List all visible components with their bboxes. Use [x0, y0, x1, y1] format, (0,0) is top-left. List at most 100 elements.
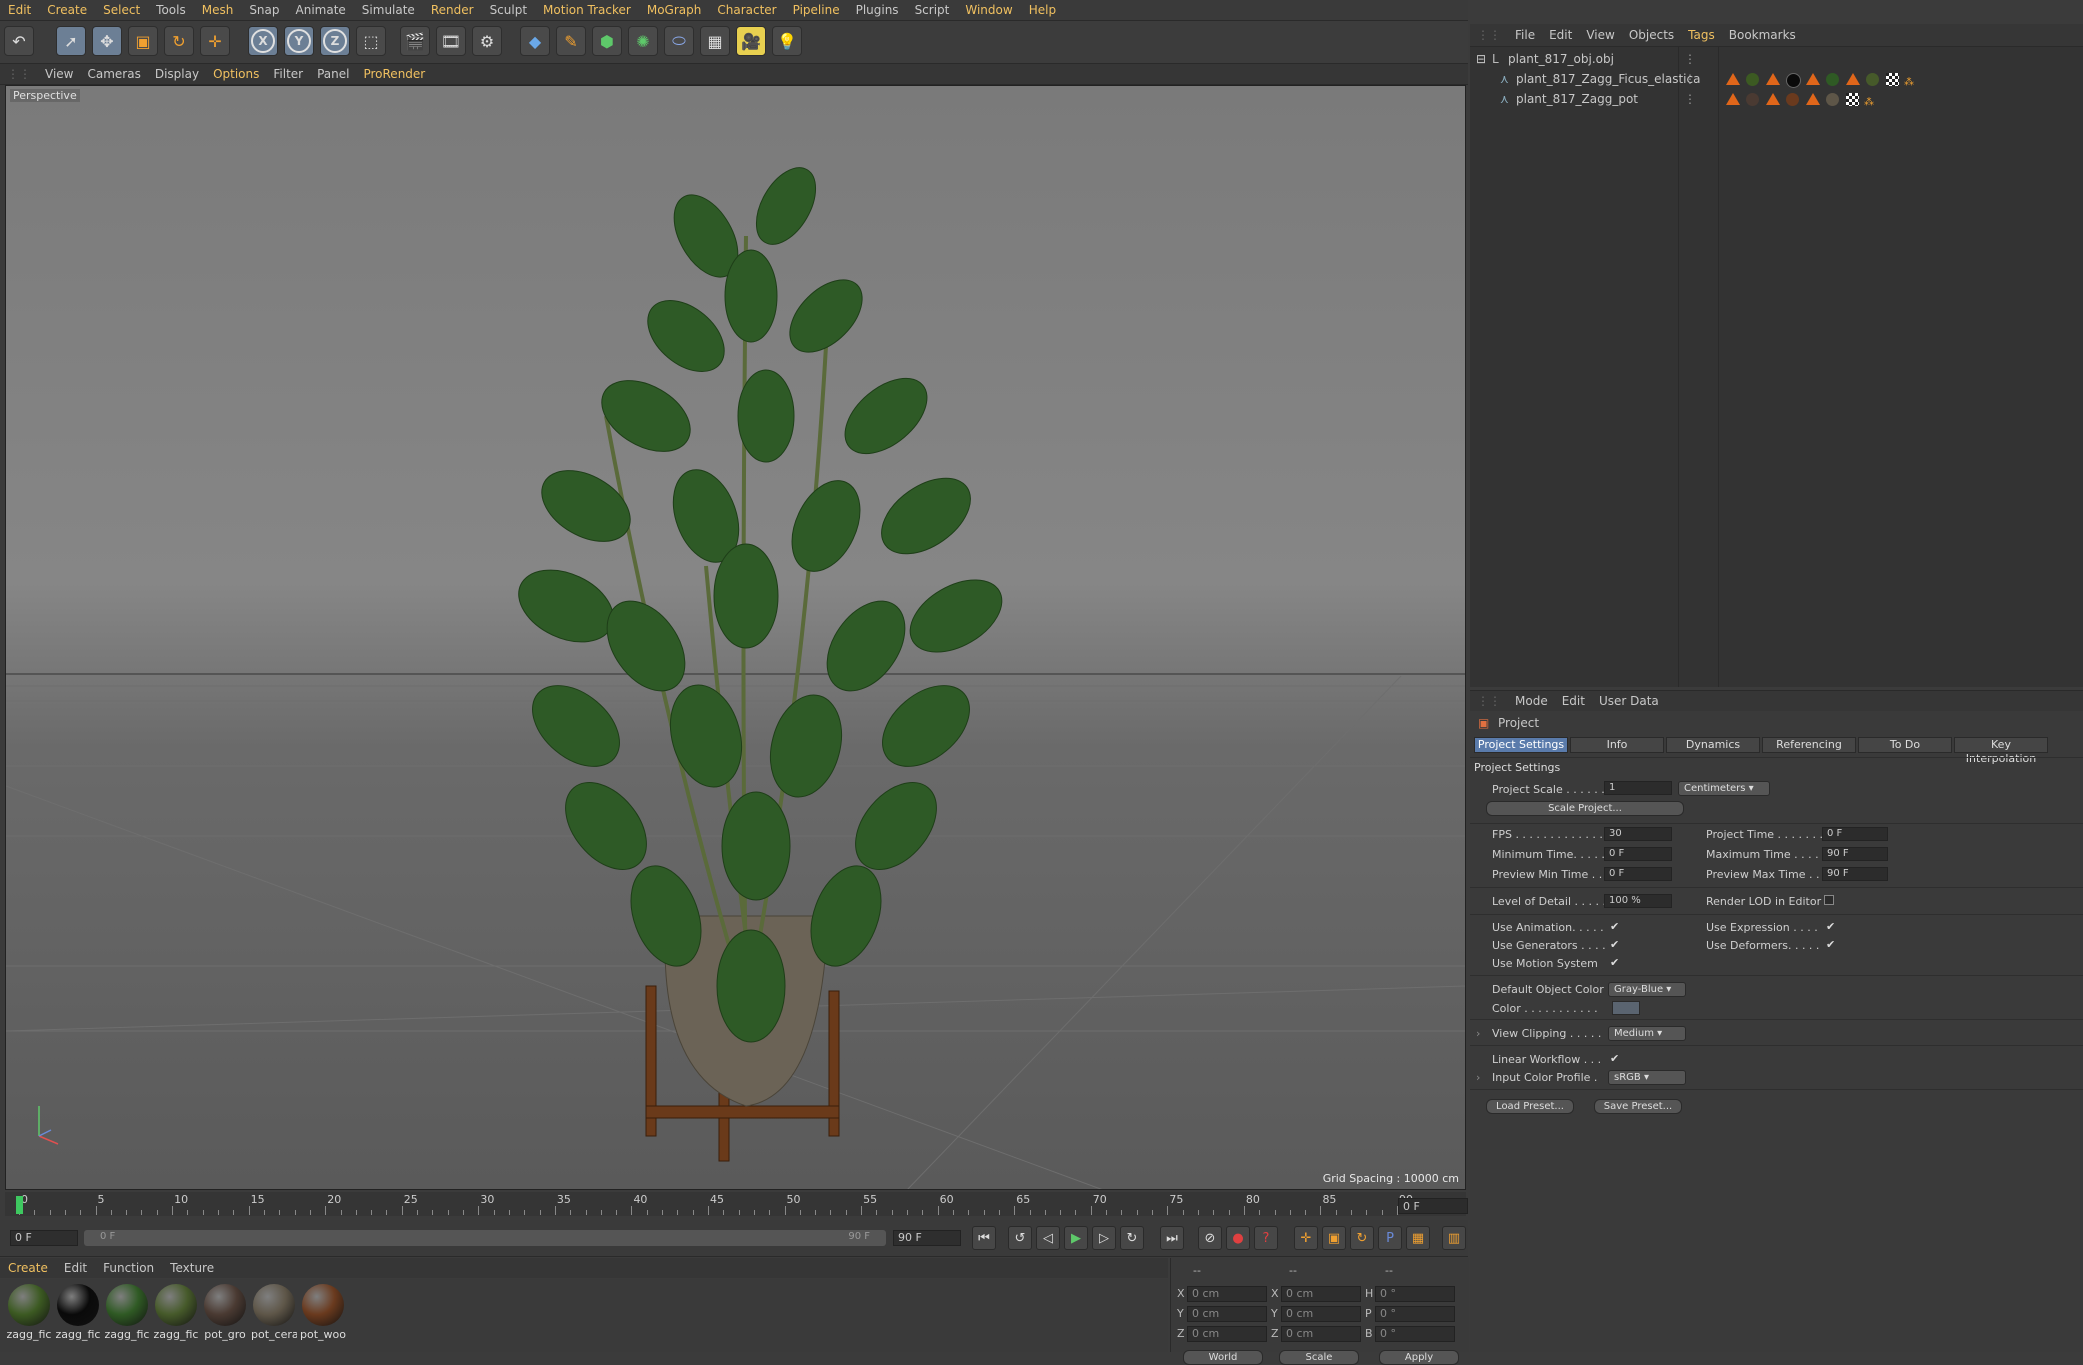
material-tag-icon[interactable]: [1786, 73, 1801, 88]
coordinate-system-icon[interactable]: ⬚: [356, 26, 386, 56]
y-axis-lock-icon[interactable]: Y: [284, 26, 314, 56]
render-lod-checkbox[interactable]: [1824, 895, 1834, 905]
material-swatch[interactable]: zagg_fic: [153, 1282, 199, 1342]
minimum-time-field[interactable]: 0 F: [1604, 847, 1672, 861]
visibility-dots-icon[interactable]: ⋮: [1684, 69, 1696, 89]
project-scale-field[interactable]: 1: [1604, 781, 1672, 795]
end-frame-field[interactable]: 90 F: [893, 1230, 961, 1246]
menu-character[interactable]: Character: [709, 0, 784, 20]
deformer-icon[interactable]: ⬭: [664, 26, 694, 56]
uvw-tag-icon[interactable]: [1846, 93, 1859, 106]
project-scale-unit-dropdown[interactable]: Centimeters ▾: [1678, 781, 1770, 796]
menu-mesh[interactable]: Mesh: [194, 0, 242, 20]
x-axis-lock-icon[interactable]: X: [248, 26, 278, 56]
frame-range-slider[interactable]: 0 F 90 F: [84, 1230, 886, 1246]
material-swatch[interactable]: zagg_fic: [6, 1282, 52, 1342]
viewport-menu-filter[interactable]: Filter: [266, 64, 310, 84]
rotation-field[interactable]: 0 °: [1375, 1306, 1455, 1322]
viewport-menu-panel[interactable]: Panel: [310, 64, 356, 84]
render-settings-icon[interactable]: ⚙: [472, 26, 502, 56]
menu-animate[interactable]: Animate: [288, 0, 354, 20]
use-animation-checkbox[interactable]: ✔: [1610, 921, 1621, 932]
selection-tag-icon[interactable]: ⁂: [1904, 73, 1917, 88]
preview-max-time-field[interactable]: 90 F: [1822, 867, 1888, 881]
expand-arrow-icon[interactable]: ›: [1476, 1027, 1480, 1040]
rotation-field[interactable]: 0 °: [1375, 1286, 1455, 1302]
material-tag-icon[interactable]: [1826, 93, 1839, 106]
texture-tag-icon[interactable]: [1766, 93, 1780, 105]
use-expression-checkbox[interactable]: ✔: [1826, 921, 1837, 932]
menu-motion-tracker[interactable]: Motion Tracker: [535, 0, 639, 20]
menu-script[interactable]: Script: [907, 0, 958, 20]
size-field[interactable]: 0 cm: [1281, 1326, 1361, 1342]
apply-button[interactable]: Apply: [1379, 1350, 1459, 1365]
z-axis-lock-icon[interactable]: Z: [320, 26, 350, 56]
key-pla-icon[interactable]: ▦: [1406, 1226, 1430, 1250]
move-tool-icon[interactable]: ✥: [92, 26, 122, 56]
material-menu-edit[interactable]: Edit: [56, 1258, 95, 1278]
collapse-icon[interactable]: ⊟: [1476, 49, 1486, 69]
position-field[interactable]: 0 cm: [1187, 1326, 1267, 1342]
texture-tag-icon[interactable]: [1846, 73, 1860, 85]
material-swatch[interactable]: pot_woo: [300, 1282, 346, 1342]
menu-tools[interactable]: Tools: [148, 0, 194, 20]
attribute-menu-edit[interactable]: Edit: [1555, 691, 1592, 711]
position-field[interactable]: 0 cm: [1187, 1306, 1267, 1322]
viewport-menu-view[interactable]: View: [38, 64, 80, 84]
autokey-icon[interactable]: ?: [1254, 1226, 1278, 1250]
undo-button[interactable]: ↶: [4, 26, 34, 56]
view-clipping-dropdown[interactable]: Medium ▾: [1608, 1026, 1686, 1041]
tab-to-do[interactable]: To Do: [1858, 737, 1952, 753]
menu-plugins[interactable]: Plugins: [848, 0, 907, 20]
tab-info[interactable]: Info: [1570, 737, 1664, 753]
material-swatch[interactable]: pot_gro: [202, 1282, 248, 1342]
object-row[interactable]: ⋏ plant_817_Zagg_pot ⋮ ⁂: [1470, 89, 2083, 109]
preview-min-time-field[interactable]: 0 F: [1604, 867, 1672, 881]
material-tag-icon[interactable]: [1786, 93, 1799, 106]
object-name[interactable]: plant_817_obj.obj: [1508, 49, 1614, 69]
rotate-tool-icon[interactable]: ↻: [164, 26, 194, 56]
playhead[interactable]: [16, 1196, 23, 1214]
menu-sculpt[interactable]: Sculpt: [482, 0, 535, 20]
tab-key-interpolation[interactable]: Key Interpolation: [1954, 737, 2048, 765]
menu-window[interactable]: Window: [957, 0, 1020, 20]
record-icon[interactable]: ●: [1226, 1226, 1250, 1250]
object-name[interactable]: plant_817_Zagg_pot: [1516, 89, 1638, 109]
texture-tag-icon[interactable]: [1726, 93, 1740, 105]
object-name[interactable]: plant_817_Zagg_Ficus_elastica: [1516, 69, 1700, 89]
viewport-menu-cameras[interactable]: Cameras: [80, 64, 147, 84]
menu-select[interactable]: Select: [95, 0, 148, 20]
previous-key-icon[interactable]: ↺: [1008, 1226, 1032, 1250]
menu-snap[interactable]: Snap: [241, 0, 287, 20]
object-menu-edit[interactable]: Edit: [1542, 24, 1579, 46]
menu-help[interactable]: Help: [1021, 0, 1064, 20]
use-motion-system-checkbox[interactable]: ✔: [1610, 957, 1621, 968]
material-tag-icon[interactable]: [1866, 73, 1879, 86]
material-tag-icon[interactable]: [1826, 73, 1839, 86]
timeline-ruler[interactable]: 051015202530354045505560657075808590: [5, 1192, 1466, 1216]
subdivision-icon[interactable]: ⬢: [592, 26, 622, 56]
size-field[interactable]: 0 cm: [1281, 1286, 1361, 1302]
use-deformers-checkbox[interactable]: ✔: [1826, 939, 1837, 950]
visibility-dots-icon[interactable]: ⋮: [1684, 49, 1696, 69]
object-menu-view[interactable]: View: [1579, 24, 1621, 46]
material-menu-create[interactable]: Create: [0, 1258, 56, 1278]
start-frame-field[interactable]: 0 F: [10, 1230, 78, 1246]
object-menu-file[interactable]: File: [1508, 24, 1542, 46]
select-tool-icon[interactable]: ➚: [56, 26, 86, 56]
key-rotation-icon[interactable]: ↻: [1350, 1226, 1374, 1250]
material-tag-icon[interactable]: [1746, 73, 1759, 86]
material-swatch[interactable]: zagg_fic: [104, 1282, 150, 1342]
material-menu-texture[interactable]: Texture: [162, 1258, 222, 1278]
maximum-time-field[interactable]: 90 F: [1822, 847, 1888, 861]
object-row[interactable]: ⋏ plant_817_Zagg_Ficus_elastica ⋮ ⁂: [1470, 69, 2083, 89]
texture-tag-icon[interactable]: [1726, 73, 1740, 85]
array-cloner-icon[interactable]: ✺: [628, 26, 658, 56]
material-swatch[interactable]: zagg_fic: [55, 1282, 101, 1342]
key-position-icon[interactable]: ✛: [1294, 1226, 1318, 1250]
camera-icon[interactable]: 🎥: [736, 26, 766, 56]
record-off-icon[interactable]: ⊘: [1198, 1226, 1222, 1250]
texture-tag-icon[interactable]: [1766, 73, 1780, 85]
menu-mograph[interactable]: MoGraph: [639, 0, 710, 20]
menu-simulate[interactable]: Simulate: [354, 0, 423, 20]
